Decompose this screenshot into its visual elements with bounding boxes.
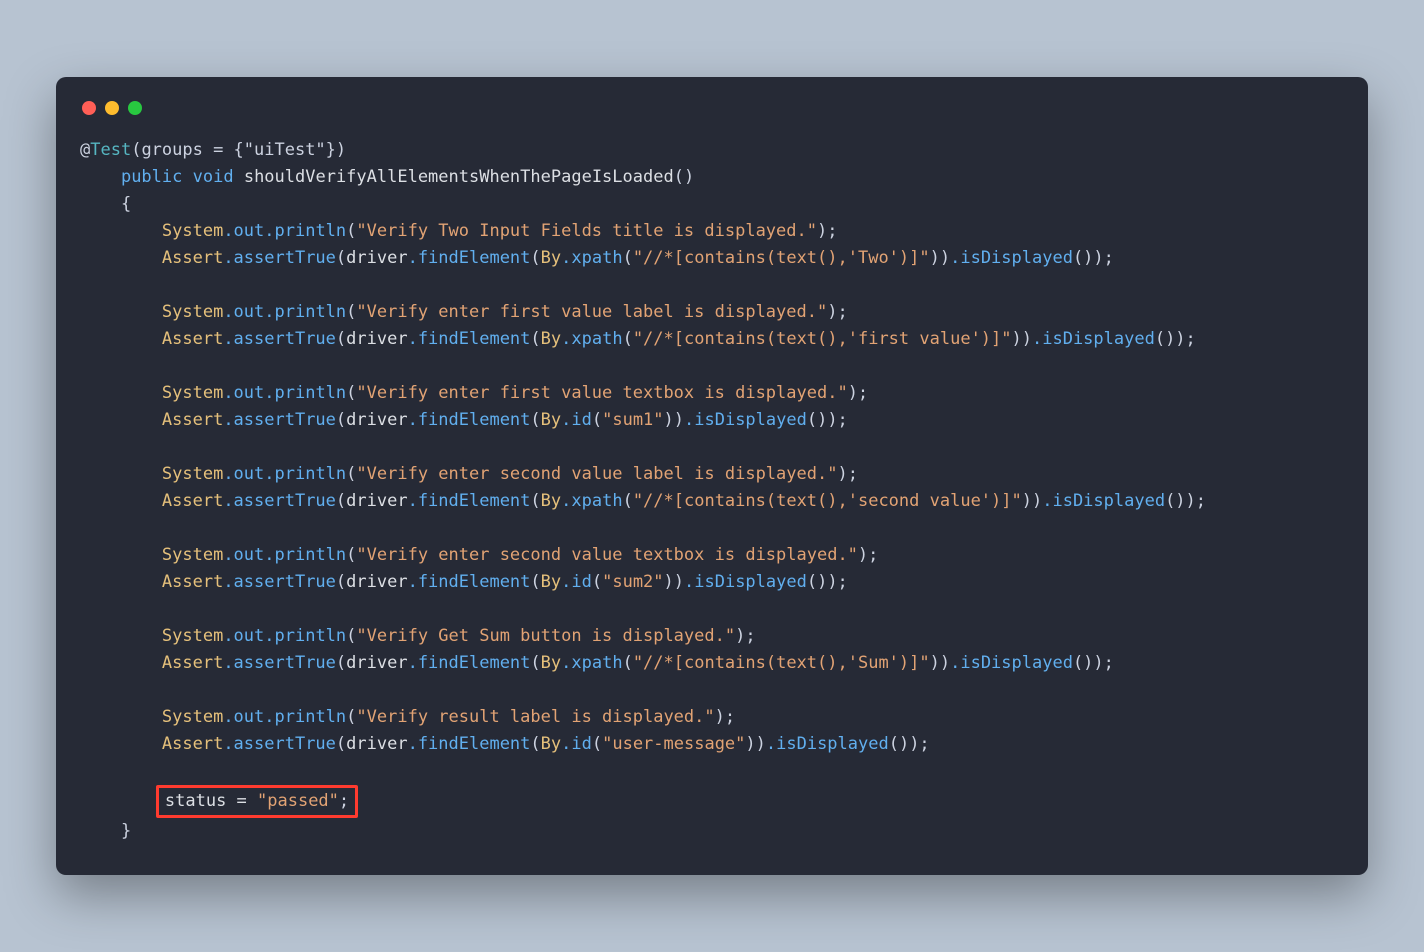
close-icon[interactable]: [82, 101, 96, 115]
id-3: "sum1": [602, 410, 663, 430]
brace-open: {: [121, 194, 131, 214]
zoom-icon[interactable]: [128, 101, 142, 115]
println-1: "Verify Two Input Fields title is displa…: [356, 221, 817, 241]
println-3: "Verify enter first value textbox is dis…: [356, 383, 847, 403]
xpath-4: "//*[contains(text(),'second value')]": [633, 491, 1022, 511]
brace-close: }: [121, 821, 131, 841]
annotation-at: @: [80, 140, 90, 160]
traffic-lights: [82, 101, 1344, 115]
minimize-icon[interactable]: [105, 101, 119, 115]
annotation-args: (groups = {"uiTest"}): [131, 140, 346, 160]
xpath-1: "//*[contains(text(),'Two')]": [633, 248, 930, 268]
id-5: "sum2": [602, 572, 663, 592]
status-value: "passed": [257, 791, 339, 811]
annotation-name: Test: [90, 140, 131, 160]
method-name: shouldVerifyAllElementsWhenThePageIsLoad…: [244, 167, 674, 187]
println-7: "Verify result label is displayed.": [356, 707, 714, 727]
kw-public: public: [121, 167, 182, 187]
xpath-2: "//*[contains(text(),'first value')]": [633, 329, 1012, 349]
println-2: "Verify enter first value label is displ…: [356, 302, 827, 322]
kw-void: void: [193, 167, 234, 187]
id-7: "user-message": [602, 734, 745, 754]
highlight-status: status = "passed";: [156, 785, 358, 818]
xpath-6: "//*[contains(text(),'Sum')]": [633, 653, 930, 673]
code-block: @Test(groups = {"uiTest"}) public void s…: [80, 137, 1344, 845]
println-6: "Verify Get Sum button is displayed.": [356, 626, 735, 646]
code-window: @Test(groups = {"uiTest"}) public void s…: [56, 77, 1368, 875]
println-4: "Verify enter second value label is disp…: [356, 464, 837, 484]
println-5: "Verify enter second value textbox is di…: [356, 545, 858, 565]
